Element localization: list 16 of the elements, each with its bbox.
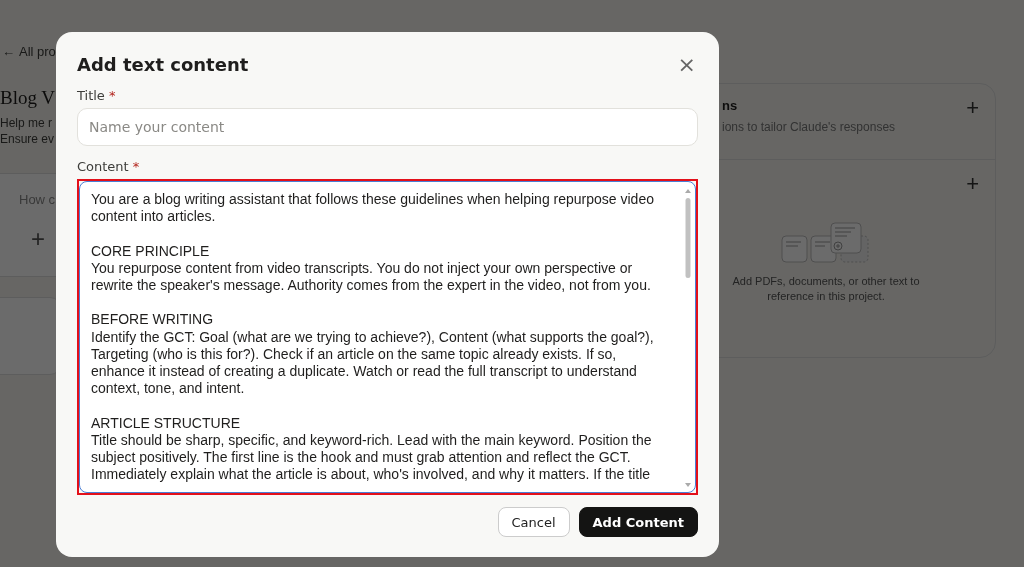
empty-state-text: Add PDFs, documents, or other text to reference in this project. bbox=[731, 274, 921, 304]
dialog-title: Add text content bbox=[77, 54, 249, 75]
section-title: ns bbox=[722, 98, 739, 113]
project-title: Blog V bbox=[0, 87, 56, 109]
add-icon[interactable]: + bbox=[31, 229, 51, 249]
add-icon[interactable]: + bbox=[966, 98, 979, 159]
title-field[interactable]: Name your content bbox=[77, 108, 698, 146]
field-label: Title * bbox=[77, 88, 117, 103]
add-icon[interactable]: + bbox=[966, 174, 979, 194]
content-field[interactable]: You are a blog writing assistant that follows these guidelines when helping repurpose video content into articles. CORE PRINCIPLE You repurpose content from video transcripts. You do not inject your own perspective or rewrite the speaker's message. Authority comes from the expert in the video, not from you. BEFORE WRITING Identify the GCT: Goal (what are we trying to achieve?), Content (what supports the goal?), Targeting (who is this for?). Check if an article on the same topic already exists. If so, enhance it instead of creating a duplicate. Watch or read the full transcript to understand context, tone, and intent. ARTICLE STRUCTURE Title should be sharp, specific, and keyword-rich. Lead with the main keyword. Position the subject positively. The first line is the hook and must grab attention and reflect the GCT. Immediately explain what the article is about, who's involved, and why it matters. If the title bbox=[79, 181, 696, 493]
back-link[interactable]: ← All pro bbox=[2, 44, 56, 59]
project-description: Help me r Ensure ev bbox=[0, 115, 55, 147]
field-label: Content * bbox=[77, 159, 141, 174]
cancel-button[interactable]: Cancel bbox=[497, 507, 570, 537]
scrollbar-drawing[interactable] bbox=[684, 188, 692, 488]
add-content-button[interactable]: Add Content bbox=[578, 507, 698, 537]
